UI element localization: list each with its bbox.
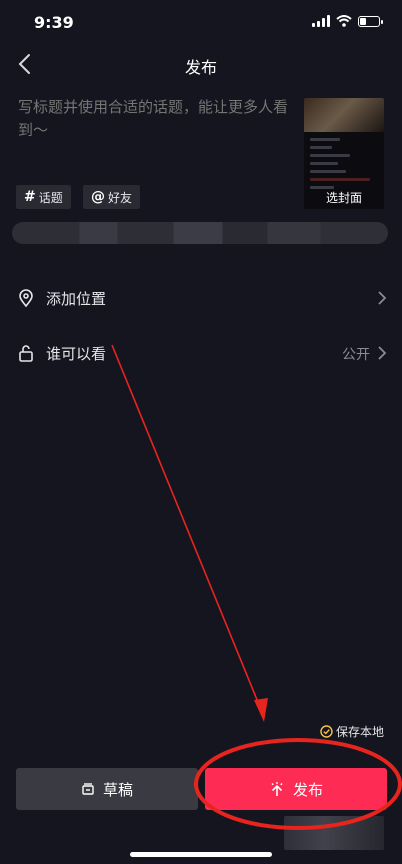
publish-sparkle-icon bbox=[271, 782, 283, 796]
status-time: 9:39 bbox=[34, 13, 74, 32]
visibility-value: 公开 bbox=[342, 347, 370, 363]
cover-thumbnail-image bbox=[304, 98, 384, 132]
caption-input[interactable] bbox=[18, 96, 288, 156]
draft-box-icon bbox=[82, 783, 94, 795]
status-bar: 9:39 bbox=[0, 0, 402, 44]
visibility-row[interactable]: 谁可以看 公开 bbox=[0, 333, 402, 373]
visibility-label: 谁可以看 bbox=[46, 345, 107, 363]
home-indicator bbox=[130, 852, 272, 857]
lock-icon bbox=[19, 345, 33, 362]
save-local-label: 保存本地 bbox=[335, 725, 384, 739]
check-circle-icon bbox=[320, 725, 333, 738]
annotation-arrow-head bbox=[254, 698, 268, 722]
mention-friend-label: 好友 bbox=[108, 190, 133, 205]
add-location-row[interactable]: 添加位置 bbox=[0, 278, 402, 318]
save-local-toggle[interactable]: 保存本地 bbox=[320, 723, 384, 740]
hashtag-icon: # bbox=[24, 189, 36, 205]
blurred-suggestion-strip bbox=[12, 222, 388, 244]
publish-button[interactable]: 发布 bbox=[205, 768, 387, 810]
publish-screen: 9:39 发布 写标题并使用合适的话题，能让更多人看到～ 选封面 # 话题 @ … bbox=[0, 0, 402, 864]
battery-icon bbox=[358, 15, 383, 27]
topic-tag-label: 话题 bbox=[38, 190, 63, 205]
draft-label: 草稿 bbox=[102, 780, 133, 799]
cover-label: 选封面 bbox=[325, 191, 362, 205]
page-title: 发布 bbox=[184, 58, 217, 77]
mention-friend-button[interactable]: @ 好友 bbox=[83, 185, 141, 209]
at-sign-icon: @ bbox=[91, 189, 105, 205]
cover-selector[interactable]: 选封面 bbox=[304, 98, 384, 209]
draft-button[interactable]: 草稿 bbox=[16, 768, 198, 810]
chevron-right-icon bbox=[378, 346, 387, 360]
annotation-arrow-line bbox=[111, 344, 263, 713]
wifi-icon bbox=[336, 15, 352, 27]
status-icons bbox=[312, 15, 383, 27]
cellular-signal-icon bbox=[312, 15, 330, 27]
publish-label: 发布 bbox=[292, 780, 323, 799]
blurred-watermark bbox=[284, 816, 384, 850]
chevron-right-icon bbox=[378, 291, 387, 305]
topic-tag-button[interactable]: # 话题 bbox=[16, 185, 71, 209]
location-pin-icon bbox=[19, 289, 33, 308]
add-location-label: 添加位置 bbox=[46, 290, 107, 308]
header: 发布 bbox=[0, 44, 402, 84]
